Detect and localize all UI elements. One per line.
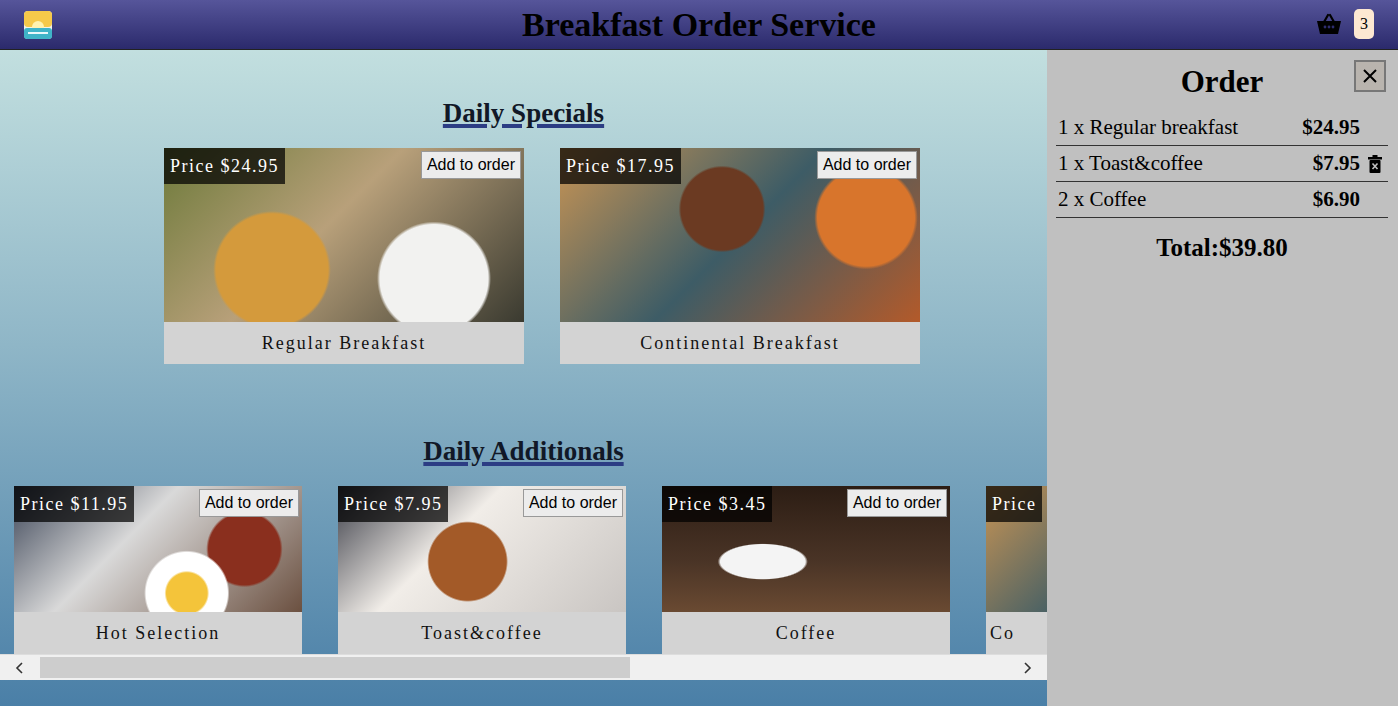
menu-card: Price $11.95 Add to order Hot Selection [14, 486, 302, 654]
close-icon [1362, 68, 1378, 84]
menu-card: Price Co [986, 486, 1047, 654]
menu-card: Price $7.95 Add to order Toast&coffee [338, 486, 626, 654]
menu-card: Price $24.95 Add to order Regular Breakfas… [164, 148, 524, 364]
sunrise-logo-icon [24, 11, 52, 39]
header: Breakfast Order Service 3 [0, 0, 1398, 50]
scroll-track [40, 655, 1007, 680]
card-label: Regular Breakfast [164, 322, 524, 364]
scroll-right-button[interactable] [1007, 655, 1047, 680]
price-tag: Price [986, 486, 1042, 522]
menu-section: Daily Additionals Price $11.95 Add to orde… [0, 364, 1047, 680]
order-line: 2 x Coffee$6.90 [1056, 182, 1388, 218]
price-tag: Price $24.95 [164, 148, 285, 184]
order-line: 1 x Toast&coffee$7.95 [1056, 146, 1388, 182]
order-line-price: $7.95 [1313, 151, 1360, 176]
card-row: Price $24.95 Add to order Regular Breakfas… [0, 148, 1047, 364]
cart-button[interactable]: 3 [1316, 9, 1374, 39]
card-row: Price $11.95Add to orderHot SelectionPri… [0, 486, 1047, 654]
menu-area: Daily Specials Price $24.95 Add to order Re… [0, 50, 1047, 706]
order-panel: Order1 x Regular breakfast$24.951 x Toas… [1047, 50, 1398, 706]
chevron-right-icon [1022, 662, 1032, 674]
menu-card: Price $3.45 Add to order Coffee [662, 486, 950, 654]
order-title: Order [1056, 64, 1388, 100]
order-line-label: 1 x Regular breakfast [1056, 115, 1302, 140]
price-tag: Price $17.95 [560, 148, 681, 184]
order-line-label: 2 x Coffee [1056, 187, 1313, 212]
add-to-order-button[interactable]: Add to order [847, 489, 947, 517]
card-label: Coffee [662, 612, 950, 654]
order-line-price: $6.90 [1313, 187, 1360, 212]
order-line-price: $24.95 [1302, 115, 1360, 140]
scroll-left-button[interactable] [0, 655, 40, 680]
add-to-order-button[interactable]: Add to order [421, 151, 521, 179]
trash-icon[interactable] [1368, 155, 1382, 173]
order-line-label: 1 x Toast&coffee [1056, 151, 1313, 176]
section-title: Daily Specials [0, 98, 1047, 128]
menu-section: Daily Specials Price $24.95 Add to order Re… [0, 50, 1047, 364]
order-total: Total:$39.80 [1056, 234, 1388, 262]
scroll-thumb[interactable] [40, 657, 630, 678]
price-tag: Price $11.95 [14, 486, 134, 522]
card-label: Co [986, 612, 1047, 654]
app-title: Breakfast Order Service [522, 8, 876, 42]
add-to-order-button[interactable]: Add to order [523, 489, 623, 517]
order-line: 1 x Regular breakfast$24.95 [1056, 110, 1388, 146]
section-title: Daily Additionals [0, 436, 1047, 466]
card-label: Continental Breakfast [560, 322, 920, 364]
page: Breakfast Order Service 3 Daily Specials Pr… [0, 0, 1398, 706]
remove-slot [1360, 155, 1388, 173]
basket-icon [1316, 13, 1342, 35]
card-label: Toast&coffee [338, 612, 626, 654]
price-tag: Price $7.95 [338, 486, 448, 522]
main-area: Daily Specials Price $24.95 Add to order Re… [0, 50, 1398, 706]
chevron-left-icon [15, 662, 25, 674]
menu-card: Price $17.95 Add to order Continental Brea… [560, 148, 920, 364]
horizontal-scrollbar[interactable] [0, 654, 1047, 680]
order-lines: 1 x Regular breakfast$24.951 x Toast&cof… [1056, 110, 1388, 218]
price-tag: Price $3.45 [662, 486, 772, 522]
close-button[interactable] [1354, 60, 1386, 92]
cart-count-badge: 3 [1354, 9, 1374, 39]
card-label: Hot Selection [14, 612, 302, 654]
add-to-order-button[interactable]: Add to order [817, 151, 917, 179]
add-to-order-button[interactable]: Add to order [199, 489, 299, 517]
